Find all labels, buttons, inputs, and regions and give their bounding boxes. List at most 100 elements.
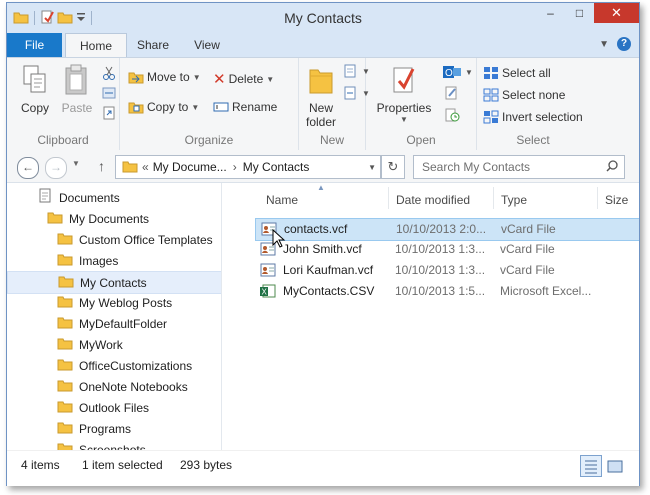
copy-button[interactable]: Copy <box>15 64 55 115</box>
cut-icon[interactable] <box>102 66 116 80</box>
arrow-right-icon: → <box>50 160 62 174</box>
column-divider[interactable] <box>597 187 598 209</box>
help-icon[interactable]: ? <box>617 37 631 51</box>
open-with-button[interactable]: O ▼ <box>442 64 473 80</box>
tab-share[interactable]: Share <box>131 33 175 57</box>
delete-button[interactable]: ✕ Delete ▼ <box>213 70 274 88</box>
nav-item[interactable]: MyWork <box>7 334 221 355</box>
up-button[interactable]: ↑ <box>98 158 105 174</box>
tab-view[interactable]: View <box>184 33 230 57</box>
breadcrumb-separator[interactable]: › <box>233 160 237 174</box>
title-bar: My Contacts – □ ✕ <box>7 3 639 33</box>
file-row[interactable]: John Smith.vcf 10/10/2013 1:3... vCard Fil… <box>255 239 639 260</box>
ribbon-tabs: File Home Share View ▼ ? <box>7 33 639 58</box>
maximize-button[interactable]: □ <box>565 3 594 23</box>
forward-button[interactable]: → <box>45 157 67 179</box>
paste-button[interactable]: Paste <box>57 64 97 115</box>
folder-icon <box>57 399 73 416</box>
file-list: ▲ Name Date modified Type Size contacts.… <box>222 183 639 451</box>
nav-item[interactable]: My Documents <box>7 208 221 229</box>
copy-path-icon[interactable] <box>102 86 116 100</box>
close-button[interactable]: ✕ <box>594 3 639 23</box>
copy-to-button[interactable]: Copy to ▼ <box>128 100 199 114</box>
column-header-name[interactable]: Name <box>266 187 298 213</box>
library-icon <box>37 188 53 207</box>
nav-item-label: Programs <box>79 421 132 436</box>
tab-file[interactable]: File <box>7 33 62 57</box>
recent-locations-icon[interactable]: ▼ <box>72 159 80 168</box>
item-count: 4 items <box>21 458 60 472</box>
open-group: Properties ▼ O ▼ Open <box>366 58 477 150</box>
nav-item[interactable]: My Weblog Posts <box>7 292 221 313</box>
history-button[interactable] <box>444 108 460 122</box>
move-to-button[interactable]: Move to ▼ <box>128 70 201 84</box>
large-icons-view-icon <box>607 460 623 473</box>
svg-text:O: O <box>445 68 453 79</box>
outlook-icon: O <box>443 66 461 79</box>
nav-item[interactable]: Images <box>7 250 221 271</box>
delete-icon: ✕ <box>213 71 226 88</box>
folder-icon <box>57 357 73 374</box>
file-name: Lori Kaufman.vcf <box>283 263 374 277</box>
properties-button[interactable]: Properties ▼ <box>374 64 434 124</box>
column-header-date[interactable]: Date modified <box>396 187 470 213</box>
clipboard-group-label: Clipboard <box>37 133 89 147</box>
nav-item[interactable]: OfficeCustomizations <box>7 355 221 376</box>
breadcrumb-my-contacts[interactable]: My Contacts <box>243 160 310 174</box>
large-icons-view-button[interactable] <box>604 455 626 477</box>
column-header-size[interactable]: Size <box>605 187 628 213</box>
select-all-icon <box>484 67 498 79</box>
column-divider[interactable] <box>493 187 494 209</box>
refresh-icon: ↻ <box>387 159 399 174</box>
file-type: vCard File <box>500 263 555 277</box>
rename-button[interactable]: Rename <box>213 100 277 114</box>
chevron-up-icon[interactable]: ▼ <box>599 39 609 50</box>
explorer-window: My Contacts – □ ✕ File Home Share View ▼… <box>6 2 640 486</box>
rename-label: Rename <box>232 100 278 114</box>
new-item-icon <box>344 64 356 78</box>
nav-item-label: My Weblog Posts <box>79 295 173 310</box>
details-view-button[interactable] <box>580 455 602 477</box>
history-icon <box>445 108 460 122</box>
mouse-cursor-icon <box>272 228 286 252</box>
minimize-button[interactable]: – <box>536 3 565 23</box>
selection-size: 293 bytes <box>180 458 233 472</box>
refresh-button[interactable]: ↻ <box>381 155 405 179</box>
new-group: New folder ▼ ▼ New <box>299 58 370 150</box>
file-date: 10/10/2013 2:0... <box>396 222 487 236</box>
copy-icon <box>15 64 55 99</box>
column-header-type[interactable]: Type <box>501 187 527 213</box>
new-folder-button[interactable]: New folder <box>301 64 341 129</box>
file-type: vCard File <box>500 242 555 256</box>
file-row[interactable]: contacts.vcf 10/10/2013 2:0... vCard File <box>255 218 639 241</box>
select-all-button[interactable]: Select all <box>483 66 551 80</box>
nav-item[interactable]: OneNote Notebooks <box>7 376 221 397</box>
file-row[interactable]: Lori Kaufman.vcf 10/10/2013 1:3... vCard F… <box>255 260 639 281</box>
column-divider[interactable] <box>388 187 389 209</box>
nav-item[interactable]: Documents <box>7 187 221 208</box>
chevron-down-icon[interactable]: ▼ <box>368 163 376 172</box>
breadcrumb-my-documents[interactable]: My Docume... <box>153 160 227 174</box>
address-bar[interactable]: « My Docume... › My Contacts ▼ <box>115 155 381 179</box>
back-button[interactable]: ← <box>17 157 39 179</box>
select-none-button[interactable]: Select none <box>483 88 565 102</box>
nav-item[interactable]: Programs <box>7 418 221 439</box>
nav-item[interactable]: Outlook Files <box>7 397 221 418</box>
paste-shortcut-icon[interactable] <box>102 106 116 120</box>
copy-label: Copy <box>20 101 49 115</box>
edit-button[interactable] <box>444 86 460 100</box>
select-all-label: Select all <box>502 66 551 80</box>
nav-item[interactable]: MyDefaultFolder <box>7 313 221 334</box>
select-none-icon <box>483 88 499 102</box>
search-input[interactable]: Search My Contacts <box>413 155 625 179</box>
nav-item[interactable]: Custom Office Templates <box>7 229 221 250</box>
invert-selection-button[interactable]: Invert selection <box>483 110 583 124</box>
folder-icon <box>57 294 73 311</box>
nav-item-label: OneNote Notebooks <box>79 379 188 394</box>
selection-count: 1 item selected <box>82 458 163 472</box>
file-row[interactable]: X MyContacts.CSV 10/10/2013 1:5... Microsof… <box>255 281 639 302</box>
nav-item-label: Documents <box>59 190 120 205</box>
overflow-crumb[interactable]: « <box>142 160 149 174</box>
nav-item[interactable]: My Contacts <box>7 271 221 294</box>
tab-home[interactable]: Home <box>65 33 127 58</box>
